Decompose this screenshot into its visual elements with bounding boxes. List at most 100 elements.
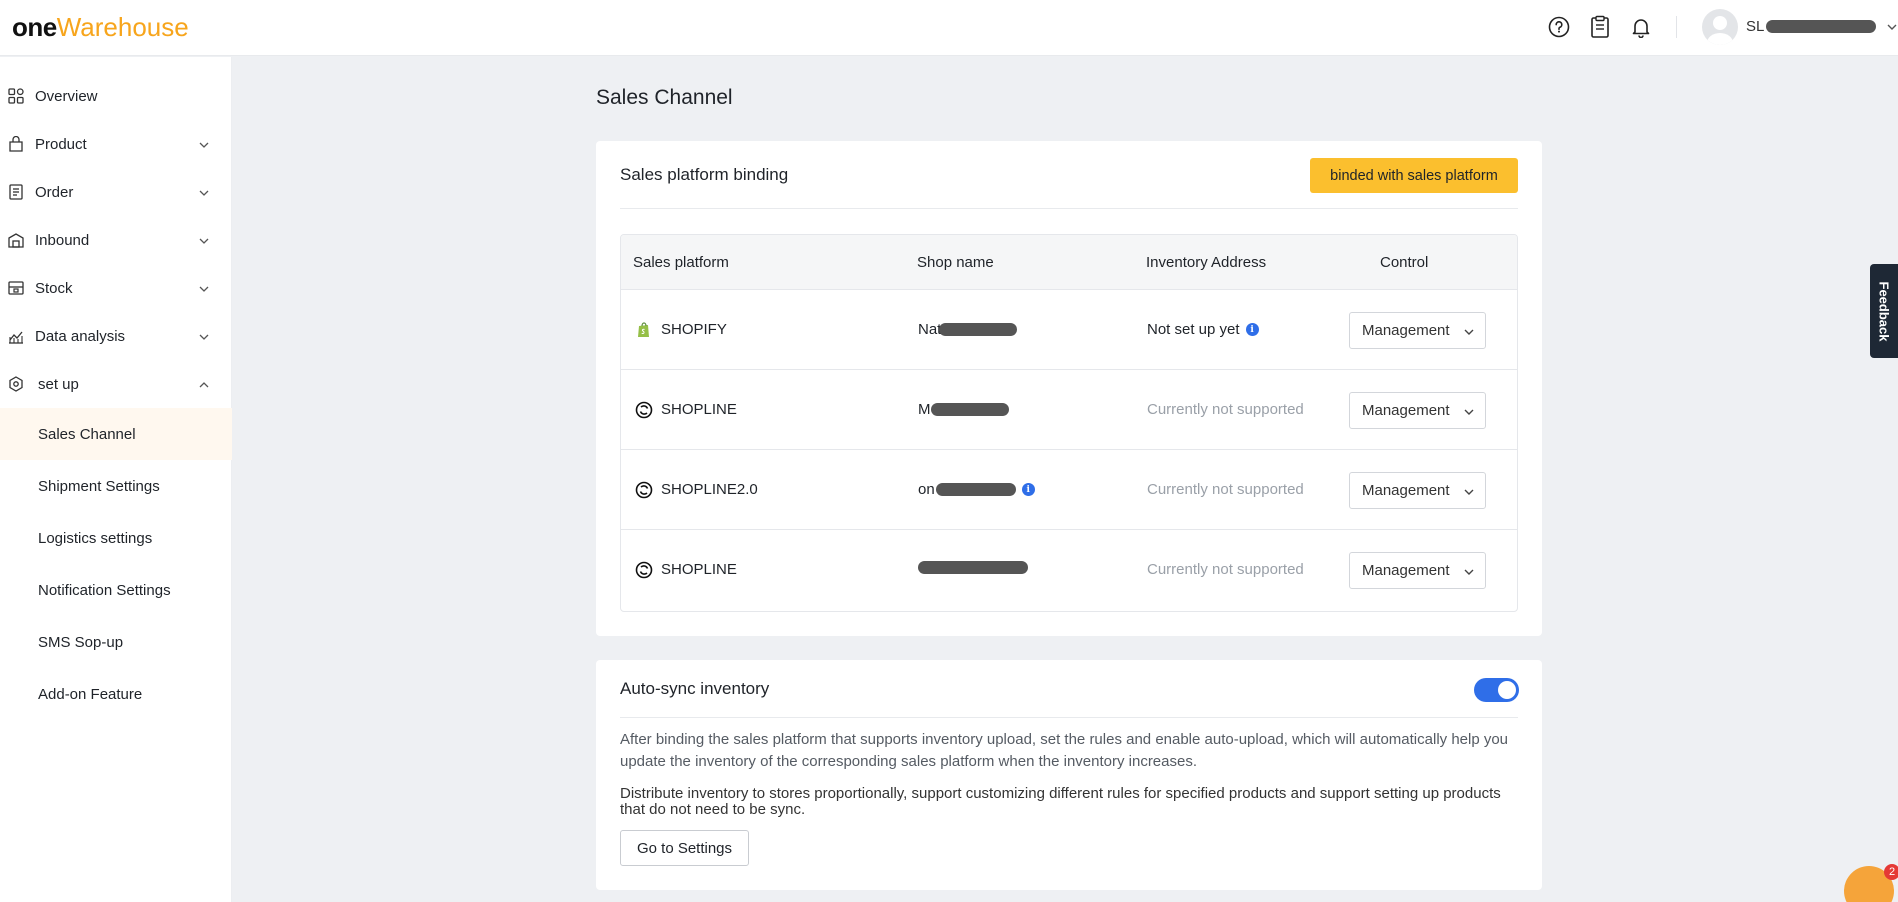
chevron-down-icon xyxy=(199,142,209,148)
settings-hex-icon xyxy=(9,376,23,392)
management-dropdown[interactable]: Management xyxy=(1349,552,1486,589)
sidebar-sub-notification-settings[interactable]: Notification Settings xyxy=(0,564,232,616)
sidebar-item-stock[interactable]: Stock xyxy=(0,264,232,312)
management-dropdown[interactable]: Management xyxy=(1349,392,1486,429)
platform-name: SHOPLINE xyxy=(661,401,737,418)
divider xyxy=(620,208,1518,209)
sidebar-item-inbound[interactable]: Inbound xyxy=(0,216,232,264)
sidebar-sub-label: Notification Settings xyxy=(38,581,171,599)
bell-icon[interactable] xyxy=(1628,14,1654,40)
help-icon[interactable] xyxy=(1546,14,1572,40)
top-header: oneWarehouse SL xyxy=(0,0,1898,56)
sidebar-label: set up xyxy=(38,375,79,393)
sidebar-item-product[interactable]: Product xyxy=(0,120,232,168)
redacted-shop-name xyxy=(939,323,1018,336)
shop-name: on i xyxy=(918,481,1035,498)
order-icon xyxy=(9,184,23,200)
header-divider xyxy=(1676,16,1677,38)
shop-name-text: M xyxy=(918,401,931,418)
go-to-settings-button[interactable]: Go to Settings xyxy=(620,830,749,866)
column-header: Control xyxy=(1380,254,1429,271)
sidebar-item-overview[interactable]: Overview xyxy=(0,72,232,120)
inventory-address: Currently not supported xyxy=(1147,561,1304,578)
inbound-icon xyxy=(8,233,24,248)
logo[interactable]: oneWarehouse xyxy=(12,12,189,42)
chevron-down-icon xyxy=(1464,569,1474,575)
chevron-down-icon xyxy=(1887,24,1897,30)
sidebar-sub-label: Logistics settings xyxy=(38,529,153,547)
redacted-username xyxy=(1766,20,1877,33)
inventory-address: Not set up yet i xyxy=(1147,321,1259,338)
sidebar-label: Order xyxy=(35,183,74,201)
column-header: Inventory Address xyxy=(1146,254,1267,271)
user-name: SL xyxy=(1746,18,1765,35)
sidebar-label: Stock xyxy=(35,279,73,297)
sidebar-sub-sales-channel[interactable]: Sales Channel xyxy=(0,408,232,460)
sidebar: Overview Product Order Inbound Stock Dat… xyxy=(0,57,232,902)
management-label: Management xyxy=(1362,482,1450,499)
chat-badge: 2 xyxy=(1884,864,1898,880)
table-header: Sales platform Shop name Inventory Addre… xyxy=(621,235,1517,290)
auto-sync-card: Auto-sync inventory After binding the sa… xyxy=(596,660,1542,890)
management-dropdown[interactable]: Management xyxy=(1349,472,1486,509)
auto-sync-toggle[interactable] xyxy=(1474,678,1519,702)
chevron-down-icon xyxy=(1464,329,1474,335)
sidebar-label: Data analysis xyxy=(35,327,126,345)
redacted-shop-name xyxy=(930,403,1009,416)
feedback-label: Feedback xyxy=(1876,281,1892,341)
platform-table: Sales platform Shop name Inventory Addre… xyxy=(620,234,1518,612)
sidebar-sub-shipment-settings[interactable]: Shipment Settings xyxy=(0,460,232,512)
chart-icon xyxy=(9,331,23,344)
shopline-icon xyxy=(635,561,653,579)
management-label: Management xyxy=(1362,562,1450,579)
avatar[interactable] xyxy=(1702,9,1738,45)
card-title: Auto-sync inventory xyxy=(620,679,770,698)
product-icon xyxy=(9,136,23,152)
column-header: Sales platform xyxy=(633,254,729,271)
inventory-address: Currently not supported xyxy=(1147,481,1304,498)
sidebar-sub-logistics-settings[interactable]: Logistics settings xyxy=(0,512,232,564)
stock-icon xyxy=(8,281,24,295)
info-icon[interactable]: i xyxy=(1021,483,1035,496)
redacted-shop-name xyxy=(918,561,1028,574)
clipboard-icon[interactable] xyxy=(1587,14,1613,40)
sidebar-label: Inbound xyxy=(35,231,90,249)
shopline-icon xyxy=(635,401,653,419)
platform-name: SHOPLINE xyxy=(661,561,737,578)
sales-platform-binding-card: Sales platform binding binded with sales… xyxy=(596,141,1542,636)
chevron-down-icon xyxy=(199,286,209,292)
table-row: SHOPIFY Nat Not set up yet i Management xyxy=(621,290,1517,370)
sidebar-sub-sms-sop-up[interactable]: SMS Sop-up xyxy=(0,616,232,668)
sidebar-sub-label: Sales Channel xyxy=(38,425,136,443)
binded-platform-button[interactable]: binded with sales platform xyxy=(1310,158,1518,193)
sidebar-sub-label: SMS Sop-up xyxy=(38,633,124,651)
sidebar-item-order[interactable]: Order xyxy=(0,168,232,216)
divider xyxy=(620,717,1518,718)
table-row: SHOPLINE Currently not supported Managem… xyxy=(621,530,1517,610)
shop-name-text: on xyxy=(918,481,935,498)
table-row: SHOPLINE2.0 on i Currently not supported … xyxy=(621,450,1517,530)
sidebar-sub-add-on-feature[interactable]: Add-on Feature xyxy=(0,668,232,720)
user-menu[interactable]: SL xyxy=(1746,18,1898,35)
feedback-tab[interactable]: Feedback xyxy=(1870,264,1898,358)
logo-warehouse: Warehouse xyxy=(56,12,189,42)
management-dropdown[interactable]: Management xyxy=(1349,312,1486,349)
platform-name: SHOPLINE2.0 xyxy=(661,481,758,498)
logo-one: one xyxy=(12,12,57,42)
shopline-icon xyxy=(635,481,653,499)
auto-sync-distribution-note: Distribute inventory to stores proportio… xyxy=(620,785,1501,818)
chevron-down-icon xyxy=(1464,409,1474,415)
chevron-up-icon xyxy=(199,382,209,388)
grid-icon xyxy=(8,88,24,104)
toggle-knob xyxy=(1498,681,1516,699)
sidebar-item-set-up[interactable]: set up xyxy=(0,360,232,408)
info-icon[interactable]: i xyxy=(1245,323,1259,336)
sidebar-sub-label: Add-on Feature xyxy=(38,685,143,703)
redacted-shop-name xyxy=(935,483,1016,496)
shop-name xyxy=(918,561,1028,574)
platform-name: SHOPIFY xyxy=(661,321,727,338)
sidebar-item-data-analysis[interactable]: Data analysis xyxy=(0,312,232,360)
sidebar-label: Overview xyxy=(35,87,98,105)
chevron-down-icon xyxy=(199,190,209,196)
sidebar-sub-label: Shipment Settings xyxy=(38,477,160,495)
